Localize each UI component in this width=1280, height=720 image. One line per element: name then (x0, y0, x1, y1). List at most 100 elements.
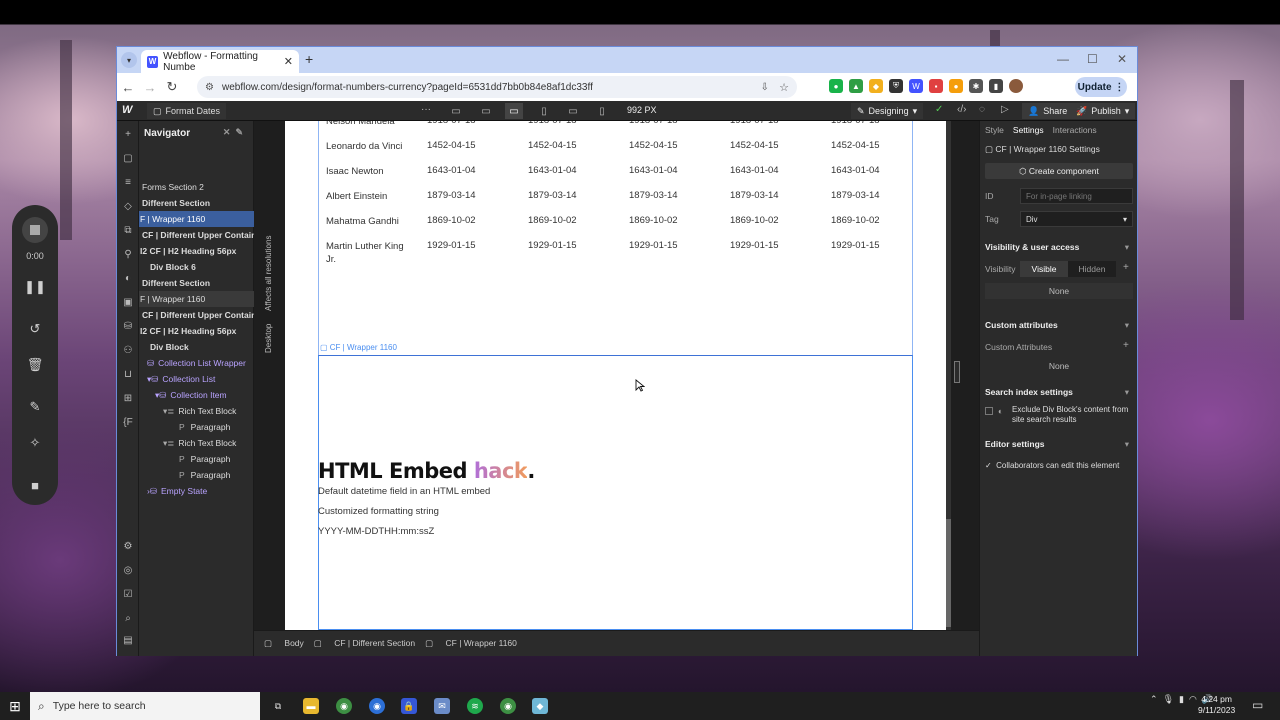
canvas-page[interactable]: Nelson Mandela 1918-07-18 1918-07-18 1918-0… (285, 121, 947, 630)
install-icon[interactable]: ⇩ (761, 82, 769, 93)
chrome-profile-icon[interactable]: ◉ (369, 698, 385, 714)
nav-item[interactable]: Forms Section 2 (139, 179, 254, 195)
add-visibility-icon[interactable]: + (1123, 262, 1129, 273)
assets-icon[interactable]: ▣ (121, 297, 135, 311)
wifi-icon[interactable]: ◠ (1189, 694, 1197, 704)
nav-item[interactable]: ›⛁ Empty State (139, 483, 254, 499)
reload-icon[interactable]: ↻ (161, 79, 183, 95)
collab-setting[interactable]: ✓ Collaborators can edit this element (985, 461, 1119, 470)
maximize-icon[interactable]: ☐ (1087, 52, 1098, 66)
breakpoint-tablet-icon[interactable]: ▯ (535, 103, 553, 119)
extension-drive-icon[interactable]: ▲ (849, 79, 863, 93)
paragraph-default[interactable]: Default datetime field in an HTML embed (318, 486, 490, 497)
custom-attributes-header[interactable]: Custom attributes ▾ (985, 320, 1133, 330)
pages-icon[interactable]: ▢ (121, 153, 135, 167)
mail-icon[interactable]: ✉ (434, 698, 450, 714)
url-field[interactable]: ⚙ webflow.com/design/format-numbers-curr… (197, 76, 797, 98)
task-view-icon[interactable]: ⧉ (270, 698, 286, 714)
restart-icon[interactable]: ↺ (25, 319, 45, 339)
file-explorer-icon[interactable]: ▬ (303, 698, 319, 714)
tag-select[interactable]: Div ▾ (1020, 211, 1133, 227)
nav-item[interactable]: Different Section (139, 195, 254, 211)
paragraph-format[interactable]: YYYY-MM-DDTHH:mm:ssZ (318, 526, 434, 537)
search-index-header[interactable]: Search index settings ▾ (985, 387, 1133, 397)
taskbar-clock[interactable]: 4:24 pm 9/11/2023 (1198, 694, 1235, 716)
extension-webflow-icon[interactable]: W (909, 79, 923, 93)
profile-avatar-icon[interactable] (1009, 79, 1023, 93)
nav-item[interactable]: CF | Different Upper Contain... (139, 227, 254, 243)
nav-item[interactable]: Div Block 6 (139, 259, 254, 275)
forward-icon[interactable]: → (139, 80, 161, 95)
share-button[interactable]: 👤 Share (1022, 103, 1074, 119)
browser-tab[interactable]: W Webflow - Formatting Numbe ✕ (141, 50, 299, 73)
tab-settings[interactable]: Settings (1013, 125, 1044, 135)
canvas-scrollbar[interactable] (946, 121, 951, 630)
nav-item[interactable]: ▾⛁ Collection List (139, 371, 254, 387)
stop-record-button[interactable] (22, 217, 48, 243)
new-tab-icon[interactable]: + (305, 51, 313, 67)
close-tab-icon[interactable]: ✕ (284, 55, 293, 68)
embed-heading[interactable]: HTML Embed hack. (318, 459, 535, 483)
more-breakpoints-icon[interactable]: ··· (421, 104, 431, 115)
effects-icon[interactable]: ✧ (25, 433, 45, 453)
canvas-resize-handle[interactable] (954, 361, 960, 383)
update-button[interactable]: Update ⋮ (1075, 77, 1127, 97)
back-icon[interactable]: ← (117, 80, 139, 95)
components-icon[interactable]: ◇ (121, 201, 135, 215)
settings-icon[interactable]: ⚙ (121, 541, 135, 555)
breadcrumb-section[interactable]: ▢ CF | Different Section (314, 638, 415, 649)
navigator-icon[interactable]: ≡ (121, 177, 135, 191)
nav-item[interactable]: ⛁ Collection List Wrapper (139, 355, 254, 371)
breakpoint-medium-icon[interactable]: ▭ (477, 103, 495, 119)
extension-red-icon[interactable]: ▪ (929, 79, 943, 93)
site-info-icon[interactable]: ⚙ (205, 82, 214, 93)
battery-icon[interactable]: ▮ (1179, 694, 1184, 704)
variables-icon[interactable]: ⚲ (121, 249, 135, 263)
taskbar-search[interactable]: ⌕ Type here to search (30, 692, 260, 720)
ecommerce-icon[interactable]: ⊔ (121, 369, 135, 383)
add-attribute-icon[interactable]: + (1123, 340, 1129, 351)
audit-icon[interactable]: ◎ (121, 565, 135, 579)
mic-icon[interactable]: 🎙 (1163, 694, 1174, 704)
nav-item[interactable]: I2 CF | H2 Heading 56px (139, 243, 254, 259)
breakpoint-landscape-icon[interactable]: ▭ (564, 103, 582, 119)
webflow-logo-icon[interactable]: W (122, 104, 132, 116)
checklist-icon[interactable]: ☑ (121, 589, 135, 603)
chrome-icon[interactable]: ◉ (336, 698, 352, 714)
nav-item[interactable]: I2 CF | H2 Heading 56px (139, 323, 254, 339)
nav-item[interactable]: F | Wrapper 1160 (139, 291, 254, 307)
finsweet-icon[interactable]: {F (121, 417, 135, 431)
apps-icon[interactable]: ⊞ (121, 393, 135, 407)
tab-style[interactable]: Style (985, 125, 1004, 135)
video-icon[interactable]: ▤ (121, 635, 135, 649)
styles-icon[interactable]: ◐ (121, 273, 135, 287)
windows-start-icon[interactable]: ⊞ (0, 692, 30, 720)
preview-icon[interactable]: ▷ (1001, 104, 1009, 115)
comments-icon[interactable]: ◌ (979, 104, 985, 115)
tab-search-icon[interactable]: ▾ (121, 52, 137, 68)
close-window-icon[interactable]: ✕ (1117, 52, 1127, 66)
id-input[interactable]: For in-page linking (1020, 188, 1133, 204)
extension-yellow-icon[interactable]: ◆ (869, 79, 883, 93)
nav-item[interactable]: P Paragraph (139, 451, 254, 467)
search-icon[interactable]: ⌕ (121, 613, 135, 627)
visible-option[interactable]: Visible (1020, 261, 1068, 277)
tray-overflow-icon[interactable]: ⌃ (1150, 694, 1158, 704)
spotify-icon[interactable]: ≋ (467, 698, 483, 714)
paragraph-custom[interactable]: Customized formatting string (318, 506, 439, 517)
add-icon[interactable]: + (121, 129, 135, 143)
nav-item[interactable]: ▾⛁ Collection Item (139, 387, 254, 403)
code-icon[interactable]: ‹/› (957, 104, 966, 115)
extension-orange-icon[interactable]: ● (949, 79, 963, 93)
tab-interactions[interactable]: Interactions (1053, 125, 1097, 135)
exclude-checkbox[interactable] (985, 407, 993, 415)
publish-button[interactable]: 🚀 Publish ▾ (1070, 103, 1136, 119)
breakpoint-mobile-icon[interactable]: ▯ (593, 103, 611, 119)
nav-item[interactable]: Different Section (139, 275, 254, 291)
bookmark-star-icon[interactable]: ☆ (779, 81, 789, 94)
notifications-icon[interactable]: ▭ (1252, 698, 1263, 712)
visibility-section-header[interactable]: Visibility & user access ▾ (985, 242, 1133, 252)
symbols-icon[interactable]: ⧉ (121, 225, 135, 239)
extensions-puzzle-icon[interactable]: ✱ (969, 79, 983, 93)
minimize-icon[interactable]: — (1057, 52, 1069, 66)
